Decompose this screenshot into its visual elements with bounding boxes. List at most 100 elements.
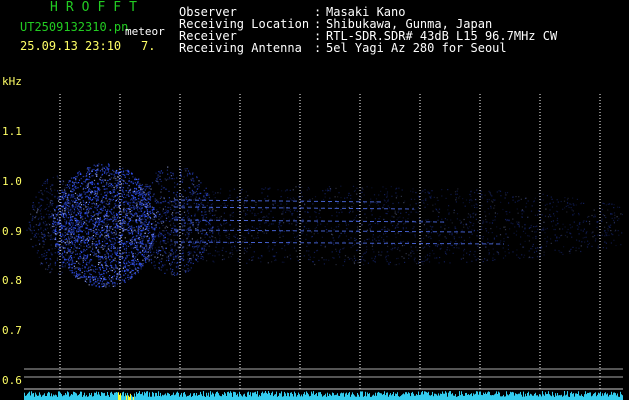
- echo-dot: [611, 203, 613, 205]
- echo-dot: [260, 211, 262, 213]
- echo-dot: [149, 198, 151, 200]
- echo-dot: [170, 219, 172, 221]
- echo-dot: [210, 227, 212, 229]
- echo-dot: [294, 198, 296, 200]
- echo-dot: [177, 223, 179, 225]
- echo-dot: [122, 202, 124, 204]
- echo-dot: [157, 176, 159, 178]
- echo-dot: [71, 229, 73, 231]
- echo-dot: [329, 190, 331, 192]
- echo-dot: [182, 221, 184, 223]
- echo-dot: [371, 214, 373, 216]
- echo-dot: [185, 229, 187, 231]
- echo-dot: [158, 236, 160, 238]
- echo-dot: [99, 235, 101, 237]
- echo-dot: [257, 213, 259, 215]
- echo-dot: [242, 217, 244, 219]
- echo-dot: [210, 210, 212, 212]
- echo-dot: [154, 234, 156, 236]
- echo-dot: [569, 224, 571, 226]
- echo-dot: [405, 211, 407, 214]
- echo-dot: [321, 257, 323, 259]
- echo-dot: [95, 276, 97, 278]
- echo-dot: [118, 211, 120, 214]
- echo-dot: [96, 213, 99, 215]
- echo-dot: [381, 251, 383, 253]
- echo-dot: [96, 209, 98, 211]
- echo-dot: [122, 267, 124, 269]
- echo-dot: [64, 210, 66, 212]
- echo-dot: [98, 241, 100, 243]
- echo-dot: [423, 224, 425, 226]
- echo-dot: [64, 247, 66, 249]
- echo-dot: [311, 198, 314, 200]
- echo-dot: [96, 244, 98, 246]
- echo-dot: [607, 209, 609, 211]
- echo-dot: [105, 243, 107, 245]
- echo-dot: [113, 171, 115, 173]
- echo-dot: [378, 218, 380, 220]
- echo-dot: [85, 206, 87, 208]
- echo-dot: [88, 229, 90, 231]
- echo-dot: [133, 259, 135, 261]
- echo-dot: [111, 267, 113, 269]
- echo-dot: [499, 242, 501, 244]
- echo-dot: [200, 182, 202, 184]
- echo-dot: [113, 214, 115, 216]
- echo-dot: [272, 204, 274, 206]
- echo-dot: [196, 239, 198, 242]
- echo-dot: [90, 274, 92, 276]
- echo-dot: [149, 205, 151, 207]
- echo-dot: [73, 256, 75, 258]
- echo-dot: [280, 203, 282, 205]
- echo-dot: [283, 261, 285, 263]
- echo-dot: [122, 167, 124, 169]
- echo-dot: [350, 257, 352, 260]
- echo-dot: [140, 235, 142, 237]
- echo-dot: [124, 222, 126, 224]
- echo-dot: [444, 224, 446, 226]
- echo-dot: [94, 277, 96, 280]
- echo-dot: [554, 249, 556, 251]
- echo-dot: [104, 213, 106, 215]
- echo-dot: [562, 253, 564, 255]
- echo-dot: [151, 223, 153, 225]
- echo-dot: [72, 185, 74, 187]
- echo-dot: [58, 220, 60, 222]
- echo-dot: [72, 204, 74, 206]
- echo-dot: [80, 207, 82, 209]
- echo-dot: [40, 232, 43, 234]
- echo-dot: [374, 258, 376, 260]
- echo-dot: [410, 252, 412, 254]
- echo-dot: [523, 211, 525, 213]
- echo-dot: [86, 173, 88, 175]
- echo-dot: [305, 228, 308, 230]
- echo-dot: [61, 189, 63, 191]
- echo-dot: [477, 245, 479, 247]
- echo-dot: [58, 273, 60, 275]
- echo-dot: [403, 257, 405, 259]
- echo-dot: [82, 215, 84, 218]
- echo-dot: [159, 171, 161, 173]
- echo-dot: [262, 219, 264, 221]
- echo-dot: [72, 262, 75, 264]
- echo-dot: [143, 214, 145, 216]
- echo-dot: [105, 285, 107, 287]
- echo-dot: [105, 184, 107, 186]
- echo-dot: [54, 233, 56, 235]
- echo-dot: [54, 247, 56, 249]
- echo-dot: [158, 249, 160, 251]
- echo-dot: [126, 183, 128, 185]
- echo-dot: [126, 268, 128, 270]
- echo-dot: [140, 265, 142, 267]
- echo-dot: [417, 207, 420, 209]
- echo-dot: [198, 222, 200, 224]
- echo-dot: [98, 251, 100, 253]
- echo-dot: [182, 201, 184, 203]
- echo-dot: [152, 254, 154, 256]
- echo-dot: [53, 229, 55, 231]
- echo-dot: [305, 222, 307, 224]
- echo-dot: [182, 239, 184, 241]
- echo-dot: [104, 245, 106, 247]
- echo-dot: [221, 259, 224, 261]
